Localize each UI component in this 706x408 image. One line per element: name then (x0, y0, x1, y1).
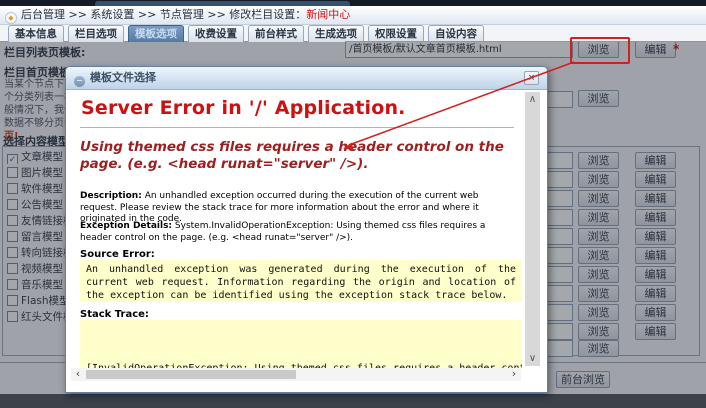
breadcrumb-current: 新闻中心 (306, 8, 351, 21)
scroll-left-icon[interactable]: ‹ (72, 368, 84, 381)
tab-generate-options[interactable]: 生成选项 (308, 25, 364, 42)
stack-trace-label: Stack Trace: (80, 309, 149, 320)
error-page: Server Error in '/' Application. Using t… (67, 90, 546, 392)
horizontal-scrollbar[interactable]: ‹ › (71, 368, 521, 381)
highlight-box (570, 37, 630, 64)
scroll-up-icon[interactable]: ∧ (525, 94, 540, 105)
error-rule (80, 127, 514, 128)
tab-column-options[interactable]: 栏目选项 (68, 25, 124, 42)
close-icon[interactable]: × (524, 71, 539, 85)
scroll-down-icon[interactable]: ∨ (525, 353, 540, 364)
admin-page: ◆ 后台管理 >> 系统设置 >> 节点管理 >> 修改栏目设置：新闻中心 基本信… (0, 0, 706, 408)
tab-basic-info[interactable]: 基本信息 (8, 25, 64, 42)
breadcrumb: ◆ 后台管理 >> 系统设置 >> 节点管理 >> 修改栏目设置：新闻中心 (0, 6, 706, 25)
tab-custom-content[interactable]: 自设内容 (428, 25, 484, 42)
tab-template-options[interactable]: 模板选项 (128, 25, 184, 42)
error-heading: Server Error in '/' Application. (81, 97, 406, 119)
modal-title-bar[interactable]: − 模板文件选择 × (66, 67, 547, 90)
source-error-box: An unhandled exception was generated dur… (80, 260, 522, 302)
tab-fee-settings[interactable]: 收费设置 (188, 25, 244, 42)
scroll-right-icon[interactable]: › (508, 368, 520, 381)
tab-front-style[interactable]: 前台样式 (248, 25, 304, 42)
source-error-label: Source Error: (80, 249, 155, 260)
error-subheading: Using themed css files requires a header… (80, 139, 504, 172)
breadcrumb-diamond-icon: ◆ (5, 12, 17, 24)
scrollbar-thumb[interactable] (86, 370, 296, 379)
breadcrumb-path: 后台管理 >> 系统设置 >> 节点管理 >> 修改栏目设置： (21, 8, 307, 21)
modal-title: 模板文件选择 (90, 71, 156, 84)
tab-permission-settings[interactable]: 权限设置 (368, 25, 424, 42)
stack-trace-box: [InvalidOperationException: Using themed… (80, 320, 522, 368)
error-exception-details: Exception Details: System.InvalidOperati… (80, 221, 486, 243)
modal-template-file-picker: − 模板文件选择 × Server Error in '/' Applicatio… (65, 66, 548, 393)
vertical-scrollbar[interactable]: ∧ ∨ (525, 92, 540, 366)
dialog-minus-icon: − (74, 76, 85, 87)
